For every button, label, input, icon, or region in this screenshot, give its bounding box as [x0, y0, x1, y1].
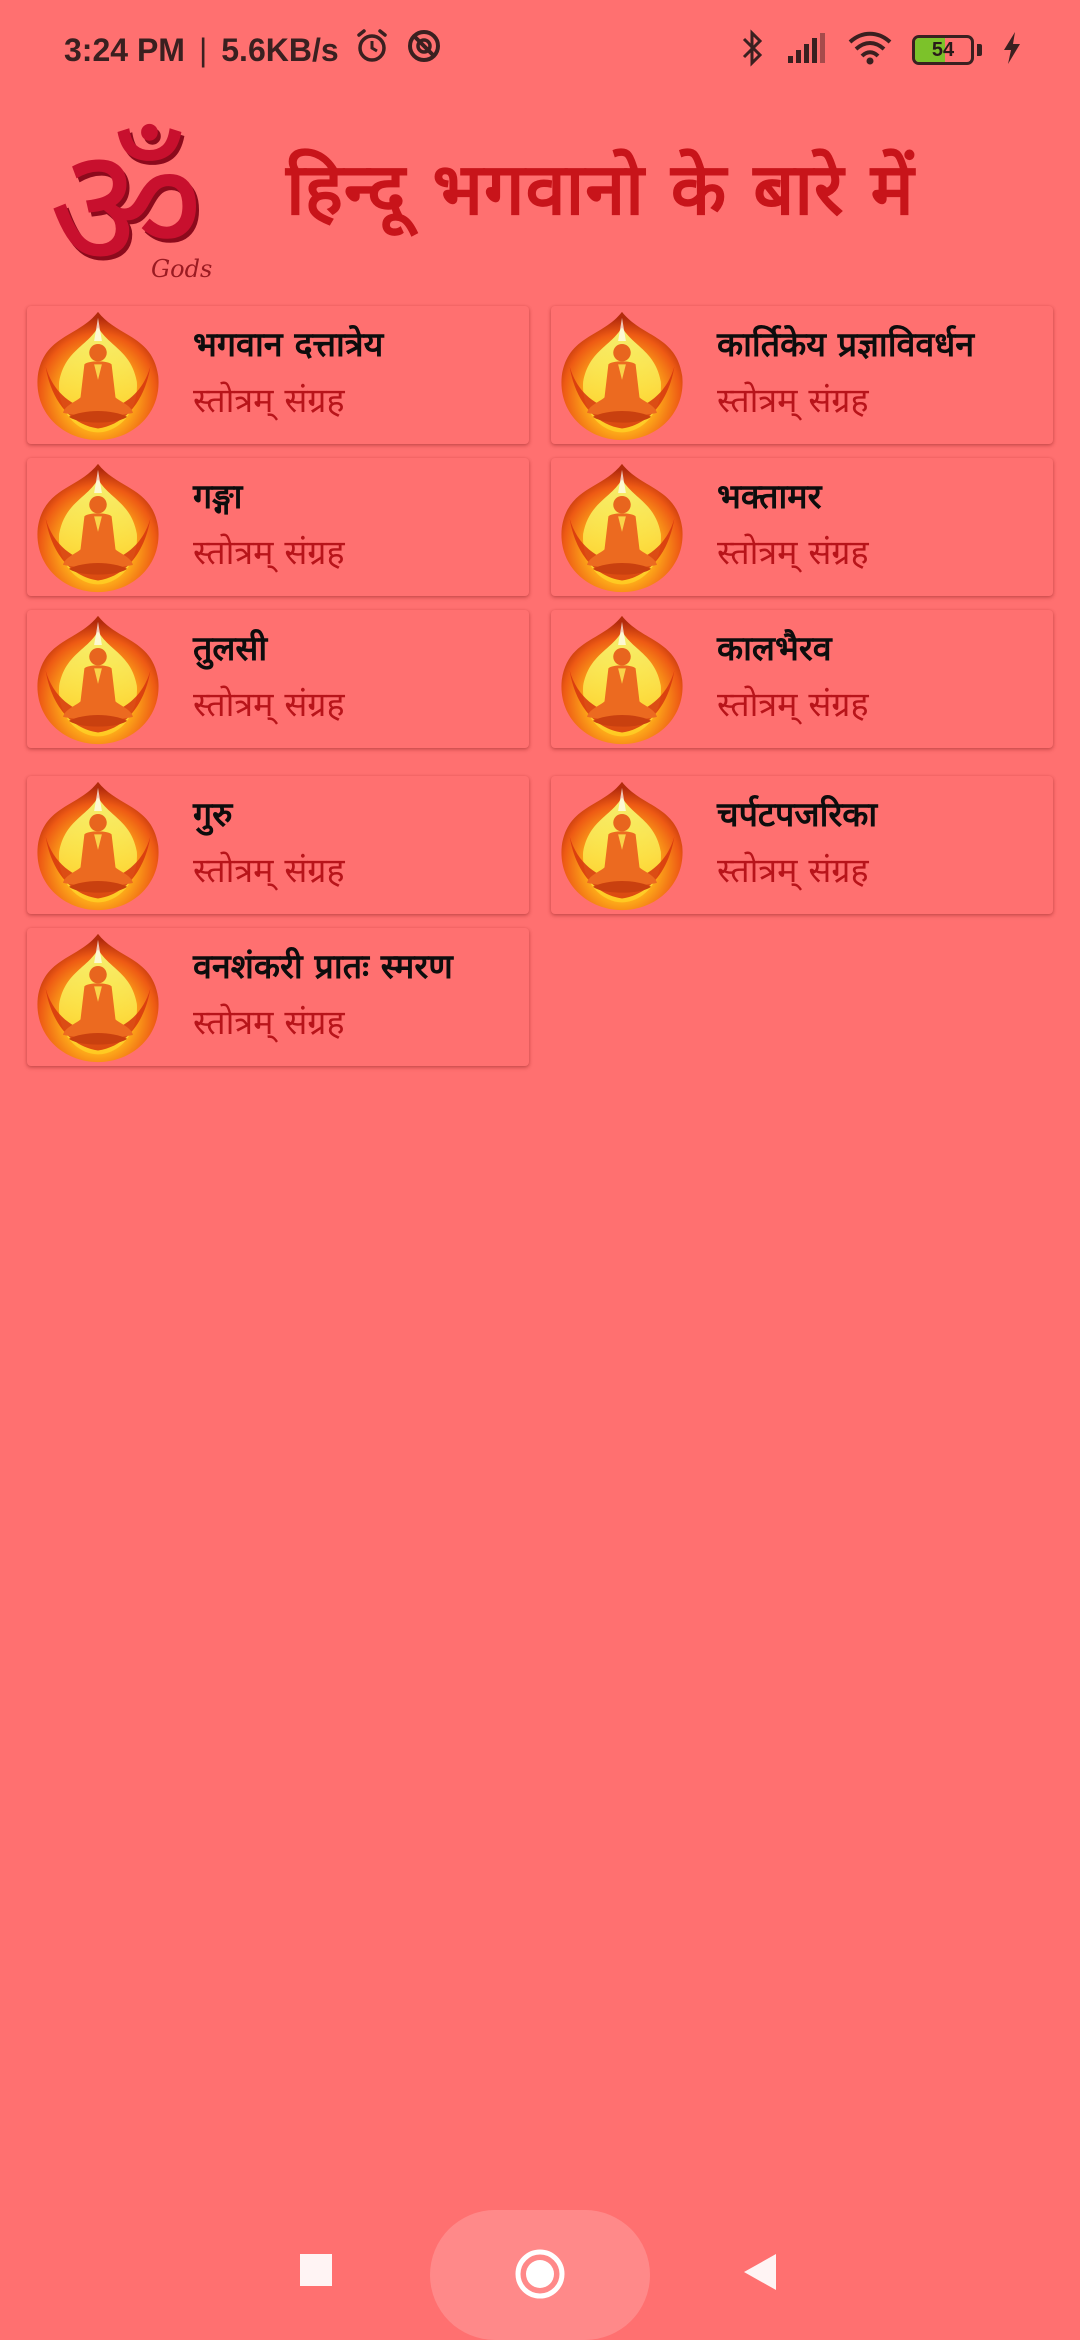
card-subtitle: स्तोत्रम् संग्रह	[717, 685, 869, 725]
deity-thumbnail-icon	[29, 612, 167, 748]
deity-thumbnail-icon	[553, 308, 691, 444]
stotram-card[interactable]: गङ्गा स्तोत्रम् संग्रह	[27, 458, 529, 596]
card-title: तुलसी	[193, 629, 268, 669]
home-icon	[515, 2249, 565, 2299]
recents-button[interactable]	[296, 2250, 336, 2290]
battery-icon: 54	[912, 35, 974, 65]
bluetooth-icon	[740, 29, 766, 71]
card-subtitle: स्तोत्रम् संग्रह	[193, 381, 345, 421]
card-subtitle: स्तोत्रम् संग्रह	[193, 1003, 345, 1043]
stotram-card[interactable]: भगवान दत्तात्रेय स्तोत्रम् संग्रह	[27, 306, 529, 444]
card-title: वनशंकरी प्रातः स्मरण	[193, 947, 453, 987]
stotram-card[interactable]: गुरु स्तोत्रम् संग्रह	[27, 776, 529, 914]
card-title: कालभैरव	[717, 629, 832, 669]
card-subtitle: स्तोत्रम् संग्रह	[193, 851, 345, 891]
page-title: हिन्दू भगवानो के बारे में	[286, 147, 915, 231]
deity-thumbnail-icon	[29, 778, 167, 914]
card-title: गङ्गा	[193, 477, 243, 517]
card-title: भक्तामर	[717, 477, 822, 517]
status-left: 3:24 PM | 5.6KB/s	[64, 27, 443, 73]
home-button[interactable]	[510, 2244, 570, 2304]
app-screen: 3:24 PM | 5.6KB/s 54 ॐ Gods हिन्दू भगवान…	[0, 0, 1080, 2340]
card-subtitle: स्तोत्रम् संग्रह	[717, 533, 869, 573]
status-time: 3:24 PM	[64, 31, 185, 68]
app-header: ॐ Gods हिन्दू भगवानो के बारे में	[0, 100, 1080, 308]
stotram-card[interactable]: वनशंकरी प्रातः स्मरण स्तोत्रम् संग्रह	[27, 928, 529, 1066]
deity-thumbnail-icon	[29, 460, 167, 596]
network-speed: 5.6KB/s	[221, 31, 339, 68]
deity-thumbnail-icon	[553, 612, 691, 748]
deity-thumbnail-icon	[29, 930, 167, 1066]
navigation-bar	[0, 2200, 1080, 2340]
stotram-card[interactable]: कालभैरव स्तोत्रम् संग्रह	[551, 610, 1053, 748]
deity-thumbnail-icon	[553, 778, 691, 914]
stotram-card[interactable]: चर्पटपजरिका स्तोत्रम् संग्रह	[551, 776, 1053, 914]
om-logo: ॐ Gods	[26, 105, 236, 308]
battery-level: 54	[931, 38, 955, 61]
card-title: चर्पटपजरिका	[717, 795, 878, 835]
card-title: कार्तिकेय प्रज्ञाविवर्धन	[717, 325, 975, 365]
card-title: भगवान दत्तात्रेय	[193, 325, 384, 365]
deity-thumbnail-icon	[553, 460, 691, 596]
logo-caption: Gods	[151, 255, 213, 283]
charging-icon	[1002, 31, 1022, 69]
back-button[interactable]	[738, 2250, 782, 2294]
back-icon	[744, 2254, 776, 2290]
recents-icon	[300, 2254, 332, 2286]
card-subtitle: स्तोत्रम् संग्रह	[193, 685, 345, 725]
stotram-card[interactable]: भक्तामर स्तोत्रम् संग्रह	[551, 458, 1053, 596]
card-subtitle: स्तोत्रम् संग्रह	[193, 533, 345, 573]
card-title: गुरु	[193, 795, 233, 835]
card-subtitle: स्तोत्रम् संग्रह	[717, 851, 869, 891]
dnd-icon	[405, 27, 443, 73]
stotram-card[interactable]: कार्तिकेय प्रज्ञाविवर्धन स्तोत्रम् संग्रह	[551, 306, 1053, 444]
stotram-card[interactable]: तुलसी स्तोत्रम् संग्रह	[27, 610, 529, 748]
status-right: 54	[740, 29, 1022, 71]
wifi-icon	[848, 31, 892, 69]
battery-cap	[977, 44, 982, 56]
signal-icon	[786, 32, 828, 68]
status-separator: |	[198, 31, 208, 68]
card-subtitle: स्तोत्रम् संग्रह	[717, 381, 869, 421]
alarm-icon	[353, 27, 391, 73]
deity-thumbnail-icon	[29, 308, 167, 444]
